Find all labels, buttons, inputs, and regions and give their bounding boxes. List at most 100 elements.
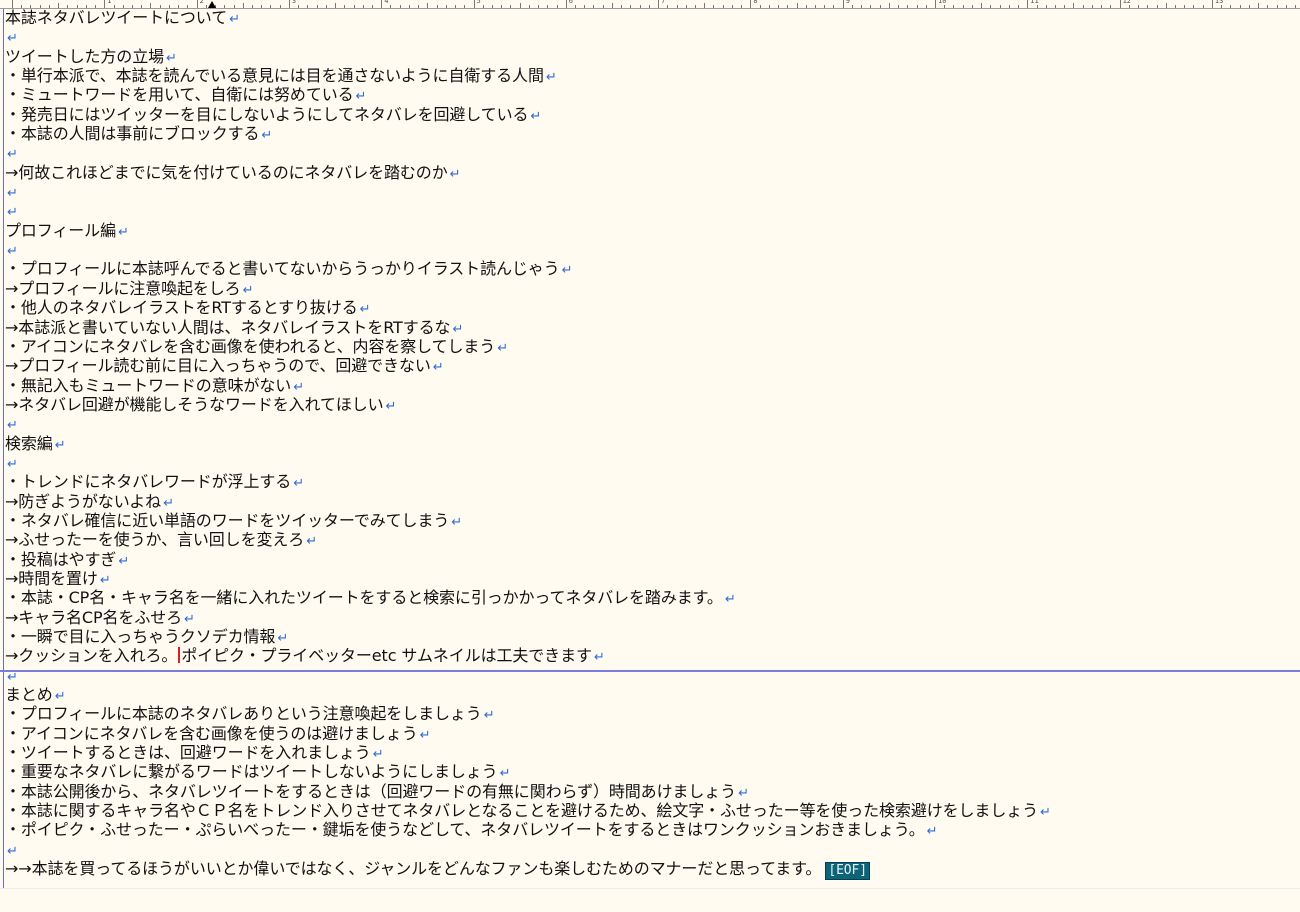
- ruler-tick: [104, 0, 106, 8]
- text-line[interactable]: ・本誌・CP名・キャラ名を一緒に入れたツイートをすると検索に引っかかってネタバレ…: [5, 588, 1295, 607]
- text-line[interactable]: ・ポイピク・ふせったー・ぷらいべったー・鍵垢を使うなどして、ネタバレツイートをす…: [5, 820, 1295, 839]
- text-line[interactable]: ↵: [5, 143, 1295, 162]
- text-line[interactable]: ・アイコンにネタバレを含む画像を使うのは避けましょう ↵: [5, 724, 1295, 743]
- return-mark-icon: ↵: [277, 631, 289, 646]
- ruler-tick: [842, 0, 844, 8]
- text-line[interactable]: ・発売日にはツイッターを目にしないようにしてネタバレを回避している ↵: [5, 105, 1295, 124]
- ruler-tick: [565, 0, 567, 8]
- text-line[interactable]: ↵: [5, 240, 1295, 259]
- return-mark-icon: ↵: [530, 108, 542, 124]
- return-mark-icon: ↵: [117, 224, 129, 240]
- text-line[interactable]: ・プロフィールに本誌のネタバレありという注意喚起をしましょう ↵: [5, 704, 1295, 723]
- line-text: ・本誌の人間は事前にブロックする: [5, 124, 260, 144]
- ruler-tick: [381, 0, 383, 8]
- return-mark-icon: ↵: [432, 360, 444, 376]
- text-line[interactable]: ・本誌公開後から、ネタバレツイートをするときは（回避ワードの有無に関わらず）時間…: [5, 782, 1295, 801]
- text-line[interactable]: →→本誌を買ってるほうがいいとか偉いではなく、ジャンルをどんなファンも楽しむため…: [5, 859, 1295, 881]
- ruler-tick: [12, 0, 13, 8]
- text-line[interactable]: →防ぎようがないよね ↵: [5, 492, 1295, 511]
- text-line[interactable]: ↵: [5, 453, 1295, 472]
- text-line[interactable]: →ふせったーを使うか、言い回しを変えろ ↵: [5, 530, 1295, 549]
- text-cursor: [178, 647, 181, 664]
- text-line[interactable]: ・一瞬で目に入っちゃうクソデカ情報 ↵: [5, 627, 1295, 646]
- text-line[interactable]: ・本誌の人間は事前にブロックする ↵: [5, 124, 1295, 143]
- return-mark-icon: ↵: [184, 611, 195, 627]
- line-text-after-cursor: ポイピク・プライベッターetc サムネイルは工夫できます: [181, 646, 592, 666]
- ruler-tick: [288, 0, 290, 8]
- ruler-number: 8: [753, 0, 758, 5]
- ruler-number: 3: [291, 0, 297, 5]
- text-line[interactable]: ↵: [5, 182, 1295, 201]
- return-mark-icon: ↵: [724, 592, 736, 608]
- ruler-number: 13: [1214, 0, 1224, 5]
- text-line[interactable]: →何故これほどまでに気を付けているのにネタバレを踏むのか ↵: [5, 163, 1295, 182]
- line-text: ・発売日にはツイッターを目にしないようにしてネタバレを回避している: [5, 104, 529, 124]
- text-line[interactable]: →プロフィール読む前に目に入っちゃうので、回避できない ↵: [5, 356, 1295, 375]
- return-mark-icon: ↵: [385, 398, 397, 414]
- line-text: ・ネタバレ確信に近い単語のワードをツイッターでみてしまう: [5, 510, 450, 530]
- text-line[interactable]: ・ツイートするときは、回避ワードを入れましょう ↵: [5, 743, 1295, 762]
- return-mark-icon: ↵: [229, 12, 240, 27]
- text-line[interactable]: ↵: [5, 666, 1295, 685]
- line-text: 検索編: [5, 433, 53, 453]
- ruler-number: 12: [1122, 0, 1132, 5]
- text-line[interactable]: ・他人のネタバレイラストをRTするとすり抜ける ↵: [5, 298, 1295, 317]
- text-line[interactable]: ↵: [5, 840, 1295, 859]
- line-text: →本誌派と書いていない人間は、ネタバレイラストをRTするな: [5, 317, 451, 337]
- line-text: →プロフィールに注意喚起をしろ: [5, 278, 241, 298]
- return-mark-icon: ↵: [7, 31, 18, 47]
- text-editor-area[interactable]: 本誌ネタバレツイートについて ↵ ↵ ツイートした方の立場 ↵ ・単行本派で、本誌を読んで…: [5, 8, 1295, 881]
- text-line[interactable]: ↵: [5, 201, 1295, 220]
- ruler-tick: [1211, 0, 1213, 8]
- text-line[interactable]: →本誌派と書いていない人間は、ネタバレイラストをRTするな ↵: [5, 318, 1295, 337]
- text-line[interactable]: 検索編 ↵: [5, 434, 1295, 453]
- text-line[interactable]: →キャラ名CP名をふせろ ↵: [5, 608, 1295, 627]
- line-text: ・ポイピク・ふせったー・ぷらいべったー・鍵垢を使うなどして、ネタバレツイートをす…: [5, 820, 925, 840]
- text-line[interactable]: ・ミュートワードを用いて、自衛には努めている ↵: [5, 85, 1295, 104]
- ruler-number: 2: [199, 0, 204, 5]
- text-line[interactable]: プロフィール編 ↵: [5, 221, 1295, 240]
- text-line[interactable]: →時間を置け ↵: [5, 569, 1295, 588]
- ruler-number: 11: [1030, 0, 1039, 5]
- return-mark-icon: ↵: [449, 166, 461, 182]
- line-text: →プロフィール読む前に目に入っちゃうので、回避できない: [5, 356, 431, 376]
- text-line[interactable]: ・無記入もミュートワードの意味がない ↵: [5, 376, 1295, 395]
- text-line[interactable]: ・投稿はやすぎ ↵: [5, 550, 1295, 569]
- line-text: →防ぎようがないよね: [5, 491, 162, 511]
- return-mark-icon: ↵: [545, 70, 557, 86]
- text-line[interactable]: →プロフィールに注意喚起をしろ ↵: [5, 279, 1295, 298]
- text-line[interactable]: ↵: [5, 414, 1295, 433]
- return-mark-icon: ↵: [483, 708, 495, 724]
- return-mark-icon: ↵: [452, 321, 464, 337]
- line-text: ・プロフィールに本誌呼んでると書いてないからうっかりイラスト読んじゃう: [5, 259, 560, 279]
- return-mark-icon: ↵: [419, 727, 431, 743]
- text-line[interactable]: ↵: [5, 27, 1295, 46]
- line-text: →ふせったーを使うか、言い回しを変えろ: [5, 530, 305, 550]
- return-mark-icon: ↵: [293, 379, 304, 395]
- text-line[interactable]: ・重要なネタバレに繋がるワードはツイートしないようにしましょう ↵: [5, 762, 1295, 781]
- text-line[interactable]: ・単行本派で、本誌を読んでいる意見には目を通さないように自衛する人間 ↵: [5, 66, 1295, 85]
- text-line[interactable]: →ネタバレ回避が機能しそうなワードを入れてほしい ↵: [5, 395, 1295, 414]
- text-line[interactable]: ・アイコンにネタバレを含む画像を使われると、内容を察してしまう ↵: [5, 337, 1295, 356]
- return-mark-icon: ↵: [7, 205, 18, 221]
- line-text: ・単行本派で、本誌を読んでいる意見には目を通さないように自衛する人間: [5, 66, 544, 86]
- text-line[interactable]: ・本誌に関するキャラ名やＣＰ名をトレンド入りさせてネタバレとなることを避けるため…: [5, 801, 1295, 820]
- ruler-tick: [1294, 5, 1296, 8]
- return-mark-icon: ↵: [7, 456, 18, 472]
- text-line[interactable]: まとめ ↵: [5, 685, 1295, 704]
- text-line[interactable]: →クッションを入れろ。 ポイピク・プライベッターetc サムネイルは工夫できます ↵: [5, 646, 1295, 665]
- eof-marker: [EOF]: [825, 862, 870, 881]
- ruler-tick: [196, 0, 198, 8]
- return-mark-icon: ↵: [7, 843, 18, 859]
- return-mark-icon: ↵: [499, 766, 511, 782]
- text-line[interactable]: ・トレンドにネタバレワードが浮上する ↵: [5, 472, 1295, 491]
- text-line[interactable]: ツイートした方の立場 ↵: [5, 47, 1295, 66]
- ruler-tick: [473, 0, 475, 8]
- text-line[interactable]: ・ネタバレ確信に近い単語のワードをツイッターでみてしまう ↵: [5, 511, 1295, 530]
- text-line[interactable]: ・プロフィールに本誌呼んでると書いてないからうっかりイラスト読んじゃう ↵: [5, 259, 1295, 278]
- ruler-indent-caret[interactable]: [208, 1, 216, 8]
- return-mark-icon: ↵: [359, 302, 371, 318]
- line-text: ・一瞬で目に入っちゃうクソデカ情報: [5, 627, 276, 646]
- text-line[interactable]: 本誌ネタバレツイートについて ↵: [5, 8, 1295, 27]
- return-mark-icon: ↵: [163, 495, 174, 511]
